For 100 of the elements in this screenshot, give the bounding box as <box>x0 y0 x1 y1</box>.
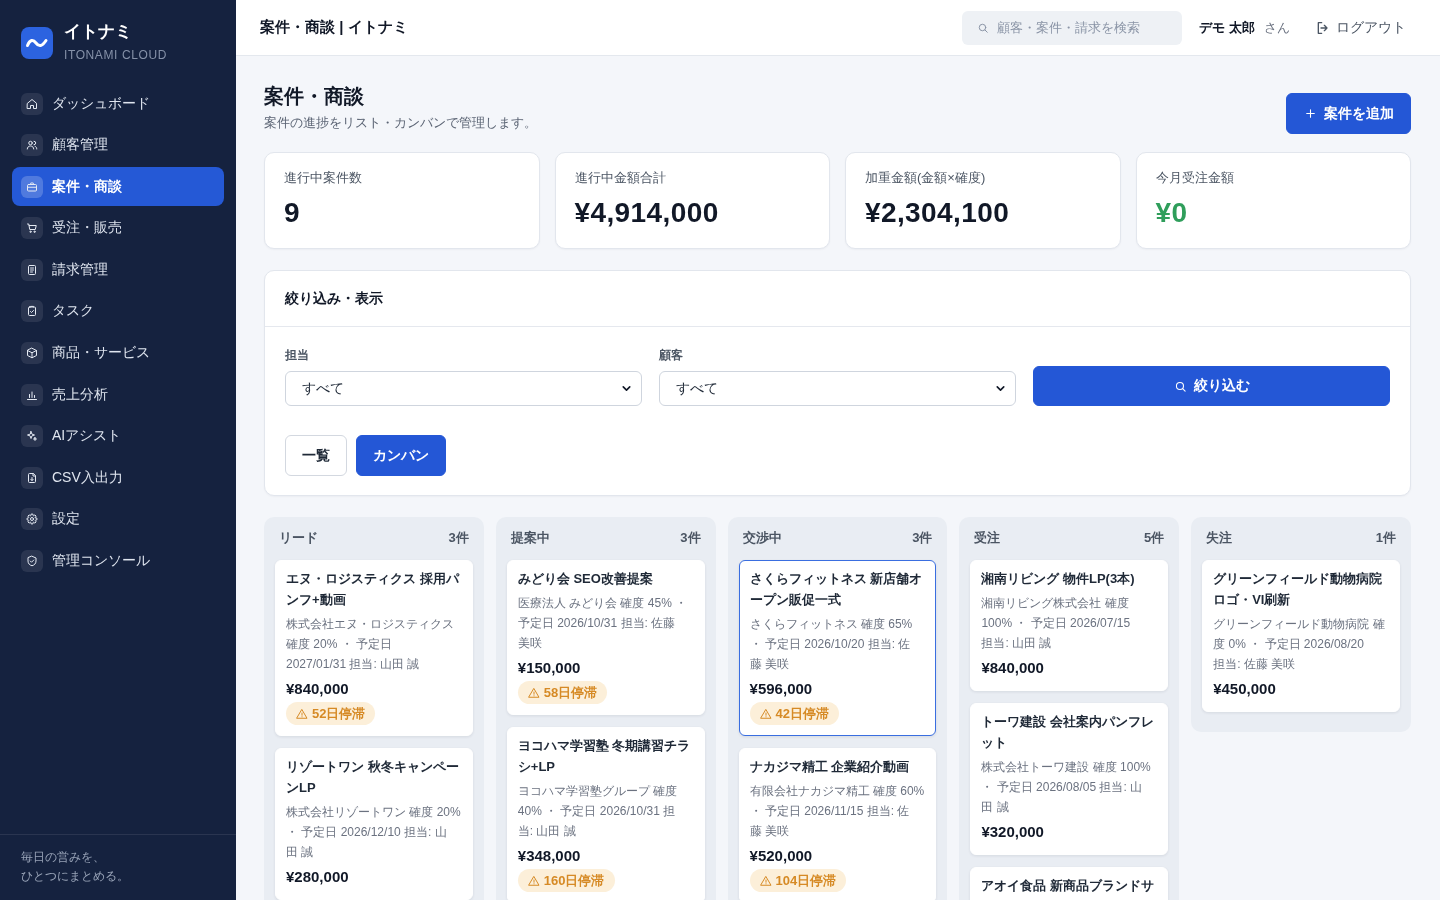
deal-card[interactable]: さくらフィットネス 新店舗オ ープン販促一式 さくらフィットネス 確度 65% ・ 予定日 2026/10/20 担当: 佐 藤 美咲 ¥596,000 42日停滞 <box>738 560 937 736</box>
stall-text: 58日停滞 <box>543 683 598 702</box>
nav-item[interactable]: 請求管理 <box>12 250 224 290</box>
briefcase-icon <box>21 175 43 198</box>
nav-item[interactable]: 設定 <box>12 499 224 539</box>
column-count: 1件 <box>1375 529 1396 547</box>
stall-text: 42日停滞 <box>775 704 830 723</box>
nav-item[interactable]: AIアシスト <box>12 416 224 456</box>
sparkles-icon <box>21 425 43 448</box>
deal-details: ヨコハマ学習塾グループ 確度 40% ・ 予定日 2026/10/31 担 当: 山田 誠 <box>517 783 679 840</box>
deal-card[interactable]: ヨコハマ学習塾 冬期講習チラ シ+LP ヨコハマ学習塾グループ 確度 40% ・ 予定日 2026/10/31 担 当: 山田 誠 ¥348,000 160日停滞 <box>506 727 705 900</box>
deal-title: ヨコハマ学習塾 冬期講習チラ シ+LP <box>517 737 692 776</box>
gear-icon <box>21 508 43 531</box>
deal-amount: ¥150,000 <box>517 658 582 678</box>
deal-title: リゾートワン 秋冬キャンペー ンLP <box>286 758 460 797</box>
deal-title: 湘南リビング 物件LP(3本) <box>981 570 1136 588</box>
deal-details: 株式会社トーワ建設 確度 100% ・ 予定日 2026/08/05 担当: 山 田 誠 <box>981 759 1152 816</box>
brand-name: イトナミ <box>64 22 133 42</box>
nav-item[interactable]: ダッシュボード <box>12 84 224 123</box>
warning-icon <box>527 874 540 887</box>
stall-text: 52日停滞 <box>312 704 366 723</box>
warning-icon <box>759 874 772 887</box>
column-count: 3件 <box>448 529 469 547</box>
deal-card[interactable]: トーワ建設 会社案内パンフレ ット 株式会社トーワ建設 確度 100% ・ 予定日 2026/08/05 担当: 山 田 誠 ¥320,000 <box>970 703 1169 855</box>
stall-text: 160日停滞 <box>543 871 605 890</box>
stat-value: ¥4,914,000 <box>574 197 720 229</box>
column-title: 失注 <box>1206 529 1233 547</box>
stat-value: 9 <box>284 197 301 229</box>
file-download-icon <box>21 466 43 489</box>
deal-amount: ¥320,000 <box>981 822 1045 842</box>
filter-button[interactable]: 絞り込む <box>1033 366 1390 406</box>
column-count: 3件 <box>680 529 701 547</box>
stat-value: ¥2,304,100 <box>865 197 1011 229</box>
deal-card[interactable]: リゾートワン 秋冬キャンペー ンLP 株式会社リゾートワン 確度 20% ・ 予定日 2026/12/10 担当: 山 田 誠 ¥280,000 <box>275 748 473 900</box>
deal-card[interactable]: 湘南リビング 物件LP(3本) 湘南リビング株式会社 確度 100% ・ 予定日 2026/07/15 担当: 山田 誠 ¥840,000 <box>970 560 1169 691</box>
deal-amount: ¥520,000 <box>749 846 814 866</box>
cube-icon <box>21 342 43 365</box>
deal-amount: ¥840,000 <box>981 658 1045 678</box>
cart-icon <box>21 217 43 240</box>
nav-item[interactable]: CSV入出力 <box>12 458 224 498</box>
deal-title: アオイ食品 新商品ブランドサ <box>981 877 1155 895</box>
nav-item[interactable]: 受注・販売 <box>12 208 224 248</box>
deal-amount: ¥840,000 <box>286 679 350 699</box>
search-icon <box>1173 379 1187 393</box>
house-icon <box>21 92 43 115</box>
logo-icon <box>21 26 53 59</box>
deal-title: トーワ建設 会社案内パンフレ ット <box>981 713 1155 752</box>
deal-details: 医療法人 みどり会 確度 45% ・ 予定日 2026/10/31 担当: 佐藤 美咲 <box>517 595 689 652</box>
deal-card[interactable]: エヌ・ロジスティクス 採用パ ンフ+動画 株式会社エヌ・ロジスティクス 確度 20% ・ 予定日 2027/01/31 担当: 山田 誠 ¥840,000 52日停滞 <box>275 560 473 736</box>
warning-icon <box>527 686 540 699</box>
page-subtitle: 案件の進捗をリスト・カンバンで管理します。 <box>264 114 537 132</box>
warning-icon <box>296 707 308 720</box>
column-title: 交渉中 <box>742 529 782 547</box>
deal-card[interactable]: みどり会 SEO改善提案 医療法人 みどり会 確度 45% ・ 予定日 2026/10/31 担当: 佐藤 美咲 ¥150,000 58日停滞 <box>506 560 705 715</box>
column-title: 受注 <box>974 529 1001 547</box>
view-toggle[interactable]: カンバン <box>356 435 446 476</box>
deal-details: 株式会社エヌ・ロジスティクス 確度 20% ・ 予定日 2027/01/31 担当: 山田 誠 <box>286 616 455 673</box>
select-field[interactable]: すべて <box>659 371 1016 406</box>
stat-label: 今月受注金額 <box>1155 169 1235 187</box>
nav-item[interactable]: 案件・商談 <box>12 167 224 207</box>
header-title: 案件・商談 | イトナミ <box>260 18 408 37</box>
page-title: 案件・商談 <box>264 84 365 109</box>
field-label: 担当 <box>285 347 310 363</box>
add-deal-button[interactable]: 案件を追加 <box>1286 93 1411 134</box>
deal-title: ナカジマ精工 企業紹介動画 <box>749 758 911 776</box>
column-count: 5件 <box>1143 529 1165 547</box>
warning-icon <box>759 707 772 720</box>
deal-card[interactable]: アオイ食品 新商品ブランドサ <box>970 867 1169 900</box>
stat-label: 進行中案件数 <box>284 169 363 187</box>
deal-amount: ¥596,000 <box>749 679 814 699</box>
deal-amount: ¥348,000 <box>517 846 582 866</box>
logout-button[interactable]: ログアウト <box>1315 18 1406 37</box>
deal-amount: ¥450,000 <box>1213 679 1277 699</box>
search-icon <box>977 21 990 34</box>
panel-title: 絞り込み・表示 <box>285 289 384 308</box>
deal-details: 株式会社リゾートワン 確度 20% ・ 予定日 2026/12/10 担当: 山 田 誠 <box>286 804 462 861</box>
sidebar-slogan-line: 毎日の営みを、 <box>21 849 106 866</box>
deal-details: さくらフィットネス 確度 65% ・ 予定日 2026/10/20 担当: 佐 藤 美咲 <box>749 616 914 673</box>
view-toggle[interactable]: 一覧 <box>285 435 347 476</box>
select-field[interactable]: すべて <box>285 371 642 406</box>
field-label: 顧客 <box>659 347 684 363</box>
deal-card[interactable]: ナカジマ精工 企業紹介動画 有限会社ナカジマ精工 確度 60% ・ 予定日 2026/11/15 担当: 佐 藤 美咲 ¥520,000 104日停滞 <box>738 748 937 900</box>
deal-title: エヌ・ロジスティクス 採用パ ンフ+動画 <box>286 570 461 609</box>
nav-item[interactable]: 売上分析 <box>12 375 224 415</box>
nav-item[interactable]: 管理コンソール <box>12 541 224 581</box>
users-icon <box>21 134 43 157</box>
nav-item[interactable]: タスク <box>12 291 224 331</box>
column-title: リード <box>279 529 318 547</box>
deal-card[interactable]: グリーンフィールド動物病院 ロゴ・VI刷新 グリーンフィールド動物病院 確 度 0% ・ 予定日 2026/08/20 担当: 佐藤 美咲 ¥450,000 <box>1202 560 1400 712</box>
sidebar-slogan-line: ひとつにまとめる。 <box>21 868 130 885</box>
nav-item[interactable]: 商品・サービス <box>12 333 224 373</box>
document-icon <box>21 258 43 281</box>
deal-title: みどり会 SEO改善提案 <box>517 570 654 588</box>
plus-icon <box>1304 107 1317 120</box>
deal-details: グリーンフィールド動物病院 確 度 0% ・ 予定日 2026/08/20 担当: 佐藤 美咲 <box>1213 616 1386 673</box>
clipboard-check-icon <box>21 300 43 323</box>
nav-item[interactable]: 顧客管理 <box>12 125 224 165</box>
deal-title: グリーンフィールド動物病院 ロゴ・VI刷新 <box>1213 570 1384 609</box>
search-field[interactable]: 顧客・案件・請求を検索 <box>962 10 1183 45</box>
column-count: 3件 <box>912 529 933 547</box>
